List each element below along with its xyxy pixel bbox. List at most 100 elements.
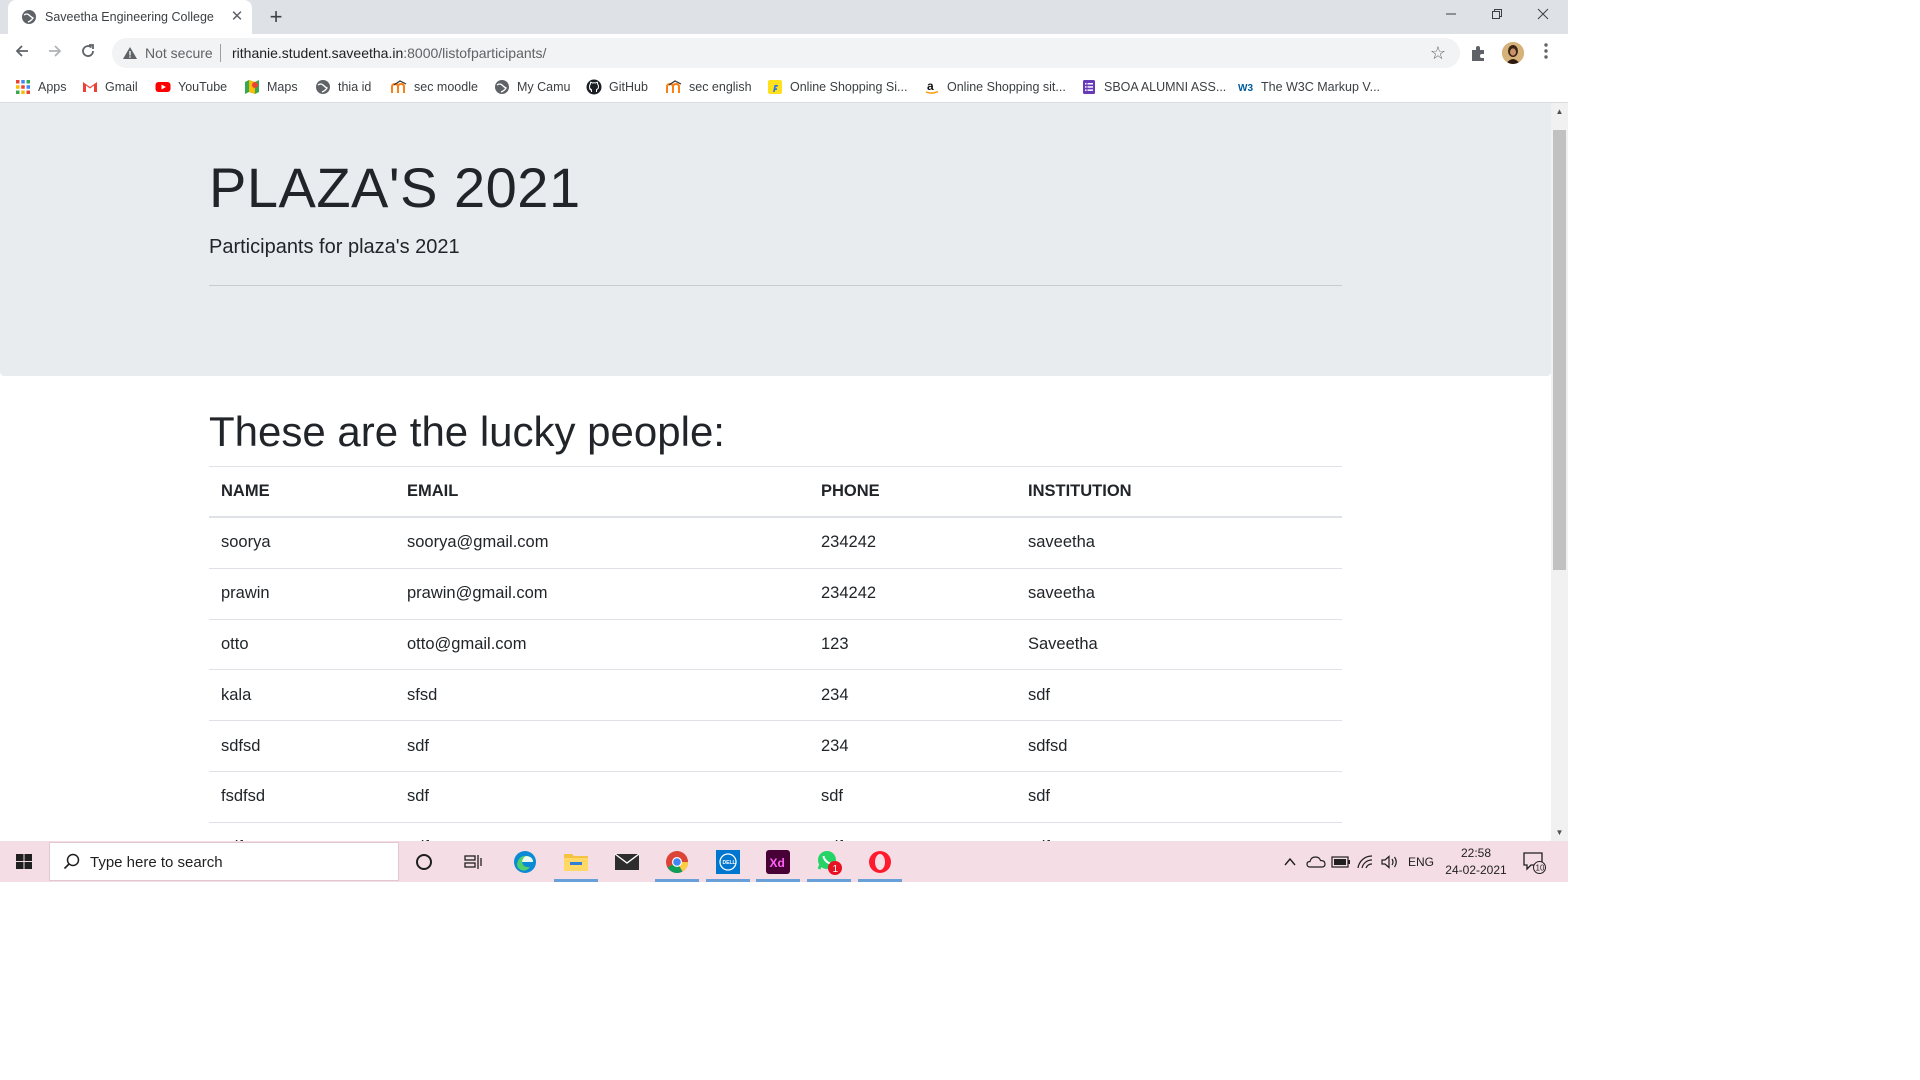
bookmark-label: Online Shopping Si... [790,80,908,94]
taskbar-edge[interactable] [501,841,549,882]
reload-button[interactable] [74,39,102,67]
table-row: sdf sdf sdf sdf [209,821,1342,841]
flipkart-icon [768,80,782,94]
extensions-puzzle-icon[interactable] [1469,43,1489,63]
taskbar-chrome[interactable] [653,841,701,882]
bookmark-sec-moodle[interactable]: sec moodle [391,78,478,96]
bookmark-label: sec moodle [414,80,478,94]
opera-icon [869,850,891,873]
kebab-menu-icon [1544,43,1548,59]
taskbar-search-input[interactable]: Type here to search [49,842,399,881]
task-view-button[interactable] [449,841,497,882]
search-placeholder: Type here to search [90,854,223,871]
whatsapp-badge: 1 [833,864,839,875]
browser-tab[interactable]: Saveetha Engineering College ✕ [8,0,252,34]
bookmark-sboa-alumni[interactable]: SBOA ALUMNI ASS... [1081,78,1226,96]
wifi-icon [1357,854,1373,868]
taskbar-dell-app[interactable]: DELL [704,841,752,882]
wifi-tray[interactable] [1356,841,1376,882]
column-header-institution: INSTITUTION [1016,466,1342,518]
bookmark-apps[interactable]: Apps [15,78,67,96]
tab-close-icon[interactable]: ✕ [228,8,246,26]
cell-email: prawin@gmail.com [395,567,809,620]
url-text[interactable]: rithanie.student.saveetha.in:8000/listof… [232,45,546,61]
cell-phone: 234242 [809,516,1016,569]
svg-text:DELL: DELL [723,860,736,866]
scrollbar-thumb[interactable] [1553,130,1566,570]
cell-institution: saveetha [1016,567,1342,620]
browser-menu-button[interactable] [1536,42,1556,64]
profile-avatar[interactable] [1502,42,1524,64]
volume-tray[interactable] [1380,841,1400,882]
mail-envelope-icon [614,852,640,870]
taskbar-opera[interactable] [856,841,904,882]
taskbar-mail[interactable] [603,841,651,882]
bookmark-maps[interactable]: Maps [244,78,298,96]
new-tab-button[interactable]: + [264,5,288,29]
bookmark-youtube[interactable]: YouTube [155,78,227,96]
whatsapp-icon: 1 [817,850,842,875]
scroll-up-arrow-icon[interactable]: ▲ [1551,103,1568,120]
maps-icon [245,80,259,94]
forward-button[interactable] [41,39,69,67]
vertical-scrollbar[interactable]: ▲ ▼ [1551,103,1568,841]
taskbar-clock[interactable]: 22:58 24-02-2021 [1440,845,1512,879]
onedrive-tray[interactable] [1306,841,1326,882]
column-header-phone: PHONE [809,466,1016,518]
cloud-icon [1306,855,1326,868]
table-row: soorya soorya@gmail.com 234242 saveetha [209,516,1342,569]
cell-phone: sdf [809,770,1016,823]
cell-institution: sdfsd [1016,720,1342,772]
form-icon [1083,80,1095,94]
arrow-right-icon [49,45,62,57]
cell-institution: sdf [1016,669,1342,721]
bookmark-star-icon[interactable]: ☆ [1428,43,1448,63]
cortana-button[interactable] [400,841,448,882]
windows-taskbar: Type here to search DELL Xd 1 ENG 22:58 … [0,841,1568,882]
cell-name: fsdfsd [209,770,395,823]
back-button[interactable] [8,39,36,67]
cell-phone: 123 [809,618,1016,670]
bookmark-flipkart[interactable]: Online Shopping Si... [767,78,907,96]
action-center-button[interactable]: 10 [1522,850,1546,874]
scroll-down-arrow-icon[interactable]: ▼ [1551,824,1568,841]
bookmark-github[interactable]: GitHub [586,78,648,96]
bookmark-sec-english[interactable]: sec english [666,78,752,96]
search-icon [63,853,80,870]
bookmark-gmail[interactable]: Gmail [82,78,138,96]
bookmark-label: thia id [338,80,372,94]
security-label[interactable]: Not secure [145,45,213,61]
tab-strip: Saveetha Engineering College ✕ + [0,0,1568,34]
table-header-row: NAME EMAIL PHONE INSTITUTION [209,466,1342,518]
bookmark-label: Online Shopping sit... [947,80,1066,94]
cell-email: otto@gmail.com [395,618,809,670]
moodle-icon [666,80,682,93]
cortana-circle-icon [416,853,432,870]
taskbar-file-explorer[interactable] [552,841,600,882]
battery-tray[interactable] [1331,841,1351,882]
taskbar-whatsapp[interactable]: 1 [805,841,853,882]
taskbar-adobe-xd[interactable]: Xd [754,841,802,882]
w3c-icon: W3 [1238,83,1253,94]
bookmark-amazon[interactable]: a Online Shopping sit... [924,78,1066,96]
bookmark-label: YouTube [178,80,228,94]
close-window-button[interactable] [1520,4,1566,28]
jumbotron-header: PLAZA'S 2021 Participants for plaza's 20… [0,103,1551,376]
page-title: PLAZA'S 2021 [209,156,581,219]
bookmark-my-camu[interactable]: My Camu [494,78,570,96]
reload-icon [82,44,94,57]
speaker-icon [1381,854,1397,869]
globe-icon [316,80,330,94]
adobe-xd-icon: Xd [766,849,790,874]
show-hidden-icons-button[interactable] [1283,841,1297,882]
browser-toolbar: Not secure rithanie.student.saveetha.in:… [0,34,1568,72]
restore-button[interactable] [1474,4,1520,28]
language-indicator[interactable]: ENG [1408,841,1434,882]
minimize-button[interactable] [1428,4,1474,28]
moodle-icon [391,80,407,93]
start-button[interactable] [0,841,48,882]
bookmark-w3c-validator[interactable]: W3 The W3C Markup V... [1238,78,1380,96]
bookmark-thia-id[interactable]: thia id [315,78,371,96]
dell-icon: DELL [716,849,740,874]
address-bar[interactable]: Not secure rithanie.student.saveetha.in:… [112,38,1460,68]
